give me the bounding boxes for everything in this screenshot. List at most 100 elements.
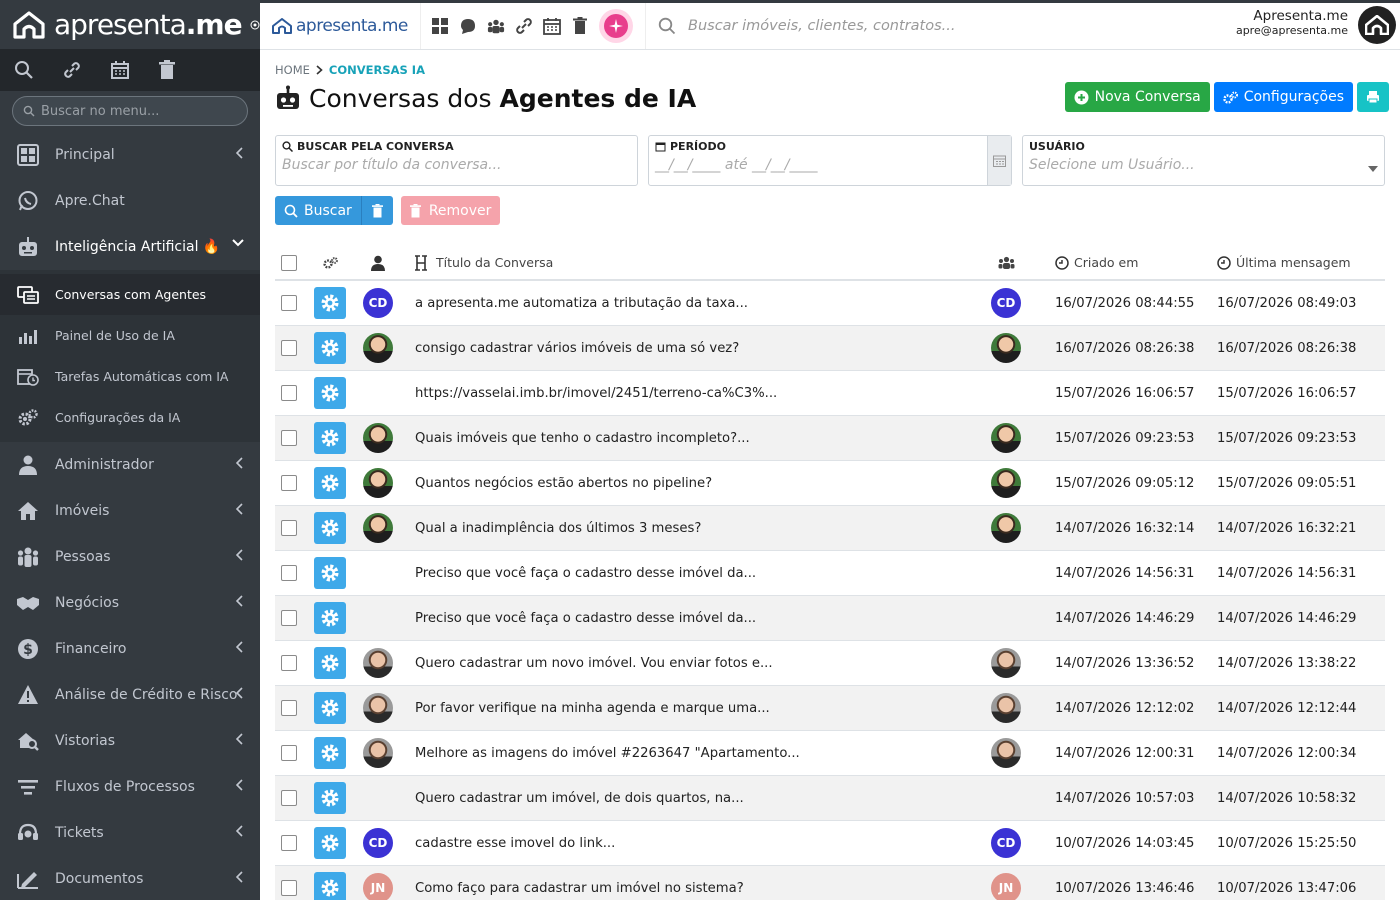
conversation-title[interactable]: cadastre esse imovel do link... <box>401 836 971 851</box>
table-row[interactable]: CD cadastre esse imovel do link... CD 10… <box>275 821 1385 866</box>
clear-button[interactable] <box>361 196 393 225</box>
user-menu[interactable]: Apresenta.me apre@apresenta.me <box>1236 8 1348 37</box>
sidebar-subitem-tarefas[interactable]: Tarefas Automáticas com IA <box>0 356 260 397</box>
conversation-settings-button[interactable] <box>314 332 346 364</box>
conversation-settings-button[interactable] <box>314 512 346 544</box>
conversation-settings-button[interactable] <box>314 647 346 679</box>
conversation-title[interactable]: Como faço para cadastrar um imóvel no si… <box>401 881 971 896</box>
breadcrumb-home[interactable]: HOME <box>275 63 310 77</box>
new-conversation-button[interactable]: Nova Conversa <box>1064 82 1210 112</box>
global-search-input[interactable]: Buscar imóveis, clientes, contratos... <box>645 3 955 49</box>
table-row[interactable]: CD a apresenta.me automatiza a tributaçã… <box>275 281 1385 326</box>
conversation-title[interactable]: Preciso que você faça o cadastro desse i… <box>401 566 971 581</box>
calendar-icon[interactable] <box>110 60 130 80</box>
table-row[interactable]: Por favor verifique na minha agenda e ma… <box>275 686 1385 731</box>
calendar-icon[interactable] <box>543 17 561 35</box>
settings-button[interactable]: Configurações <box>1213 82 1353 112</box>
row-checkbox[interactable] <box>281 475 297 491</box>
sidebar-item-fluxos[interactable]: Fluxos de Processos <box>0 764 260 810</box>
row-checkbox[interactable] <box>281 565 297 581</box>
table-row[interactable]: Qual a inadimplência dos últimos 3 meses… <box>275 506 1385 551</box>
trash-icon[interactable] <box>158 60 176 80</box>
user-select[interactable]: USUÁRIO Selecione um Usuário... <box>1022 135 1385 186</box>
column-created[interactable]: Criado em <box>1041 255 1203 270</box>
sidebar-item-imoveis[interactable]: Imóveis <box>0 488 260 534</box>
row-checkbox[interactable] <box>281 610 297 626</box>
table-row[interactable]: Quero cadastrar um imóvel, de dois quart… <box>275 776 1385 821</box>
sidebar-item-ia[interactable]: Inteligência Artificial 🔥 <box>0 224 260 270</box>
table-row[interactable]: JN Como faço para cadastrar um imóvel no… <box>275 866 1385 900</box>
sidebar-item-negocios[interactable]: Negócios <box>0 580 260 626</box>
trash-icon[interactable] <box>571 17 589 35</box>
row-checkbox[interactable] <box>281 880 297 896</box>
conversation-settings-button[interactable] <box>314 467 346 499</box>
conversation-settings-button[interactable] <box>314 692 346 724</box>
conversation-title[interactable]: Qual a inadimplência dos últimos 3 meses… <box>401 521 971 536</box>
remove-button[interactable]: Remover <box>400 196 501 225</box>
table-row[interactable]: https://vasselai.imb.br/imovel/2451/terr… <box>275 371 1385 416</box>
row-checkbox[interactable] <box>281 295 297 311</box>
table-row[interactable]: Quero cadastrar um novo imóvel. Vou envi… <box>275 641 1385 686</box>
sidebar-logo[interactable]: apresenta.me <box>0 0 260 50</box>
sidebar-item-administrador[interactable]: Administrador <box>0 442 260 488</box>
conversation-title[interactable]: Preciso que você faça o cadastro desse i… <box>401 611 971 626</box>
search-icon[interactable] <box>14 60 34 80</box>
conversation-title[interactable]: Melhore as imagens do imóvel #2263647 "A… <box>401 746 971 761</box>
sidebar-subitem-painel[interactable]: Painel de Uso de IA <box>0 315 260 356</box>
table-row[interactable]: Preciso que você faça o cadastro desse i… <box>275 596 1385 641</box>
table-row[interactable]: Quantos negócios estão abertos no pipeli… <box>275 461 1385 506</box>
sidebar-item-credito[interactable]: Análise de Crédito e Risco <box>0 672 260 718</box>
table-row[interactable]: Quais imóveis que tenho o cadastro incom… <box>275 416 1385 461</box>
select-all-checkbox[interactable] <box>281 254 297 271</box>
print-button[interactable] <box>1357 82 1389 112</box>
calendar-icon[interactable] <box>987 136 1011 185</box>
table-row[interactable]: consigo cadastrar vários imóveis de uma … <box>275 326 1385 371</box>
conversation-settings-button[interactable] <box>314 827 346 859</box>
row-checkbox[interactable] <box>281 790 297 806</box>
period-field[interactable]: PERÍODO __/__/____ até __/__/____ <box>648 135 1012 186</box>
sidebar-item-tickets[interactable]: Tickets <box>0 810 260 856</box>
search-button[interactable]: Buscar <box>275 196 362 225</box>
table-row[interactable]: Preciso que você faça o cadastro desse i… <box>275 551 1385 596</box>
conversation-title[interactable]: Quero cadastrar um novo imóvel. Vou envi… <box>401 656 971 671</box>
conversation-title[interactable]: a apresenta.me automatiza a tributação d… <box>401 296 971 311</box>
table-row[interactable]: Melhore as imagens do imóvel #2263647 "A… <box>275 731 1385 776</box>
sidebar-subitem-config[interactable]: Configurações da IA <box>0 397 260 438</box>
column-title[interactable]: Título da Conversa <box>401 254 971 271</box>
chat-bubble-icon[interactable] <box>459 17 477 35</box>
row-checkbox[interactable] <box>281 700 297 716</box>
user-avatar[interactable] <box>1358 6 1396 44</box>
search-conversation-field[interactable]: BUSCAR PELA CONVERSA Buscar por título d… <box>275 135 638 186</box>
conversation-settings-button[interactable] <box>314 557 346 589</box>
conversation-title[interactable]: consigo cadastrar vários imóveis de uma … <box>401 341 971 356</box>
row-checkbox[interactable] <box>281 655 297 671</box>
sidebar-item-principal[interactable]: Principal <box>0 132 260 178</box>
topbar-logo[interactable]: apresenta.me <box>260 16 420 36</box>
row-checkbox[interactable] <box>281 520 297 536</box>
link-icon[interactable] <box>515 17 533 35</box>
sidebar-item-vistorias[interactable]: Vistorias <box>0 718 260 764</box>
row-checkbox[interactable] <box>281 745 297 761</box>
conversation-settings-button[interactable] <box>314 287 346 319</box>
conversation-settings-button[interactable] <box>314 422 346 454</box>
ai-assistant-button[interactable] <box>599 9 633 43</box>
sidebar-subitem-conversas[interactable]: Conversas com Agentes <box>0 274 260 315</box>
row-checkbox[interactable] <box>281 835 297 851</box>
grid-icon[interactable] <box>431 17 449 35</box>
conversation-settings-button[interactable] <box>314 782 346 814</box>
link-icon[interactable] <box>62 60 82 80</box>
conversation-settings-button[interactable] <box>314 377 346 409</box>
conversation-settings-button[interactable] <box>314 602 346 634</box>
conversation-title[interactable]: Por favor verifique na minha agenda e ma… <box>401 701 971 716</box>
row-checkbox[interactable] <box>281 340 297 356</box>
conversation-title[interactable]: Quais imóveis que tenho o cadastro incom… <box>401 431 971 446</box>
column-last-message[interactable]: Última mensagem <box>1203 255 1365 270</box>
conversation-title[interactable]: https://vasselai.imb.br/imovel/2451/terr… <box>401 386 971 401</box>
sidebar-item-aprechat[interactable]: Apre.Chat <box>0 178 260 224</box>
conversation-title[interactable]: Quero cadastrar um imóvel, de dois quart… <box>401 791 971 806</box>
conversation-settings-button[interactable] <box>314 872 346 900</box>
users-icon[interactable] <box>487 17 505 35</box>
conversation-settings-button[interactable] <box>314 737 346 769</box>
row-checkbox[interactable] <box>281 430 297 446</box>
sidebar-item-financeiro[interactable]: $ Financeiro <box>0 626 260 672</box>
